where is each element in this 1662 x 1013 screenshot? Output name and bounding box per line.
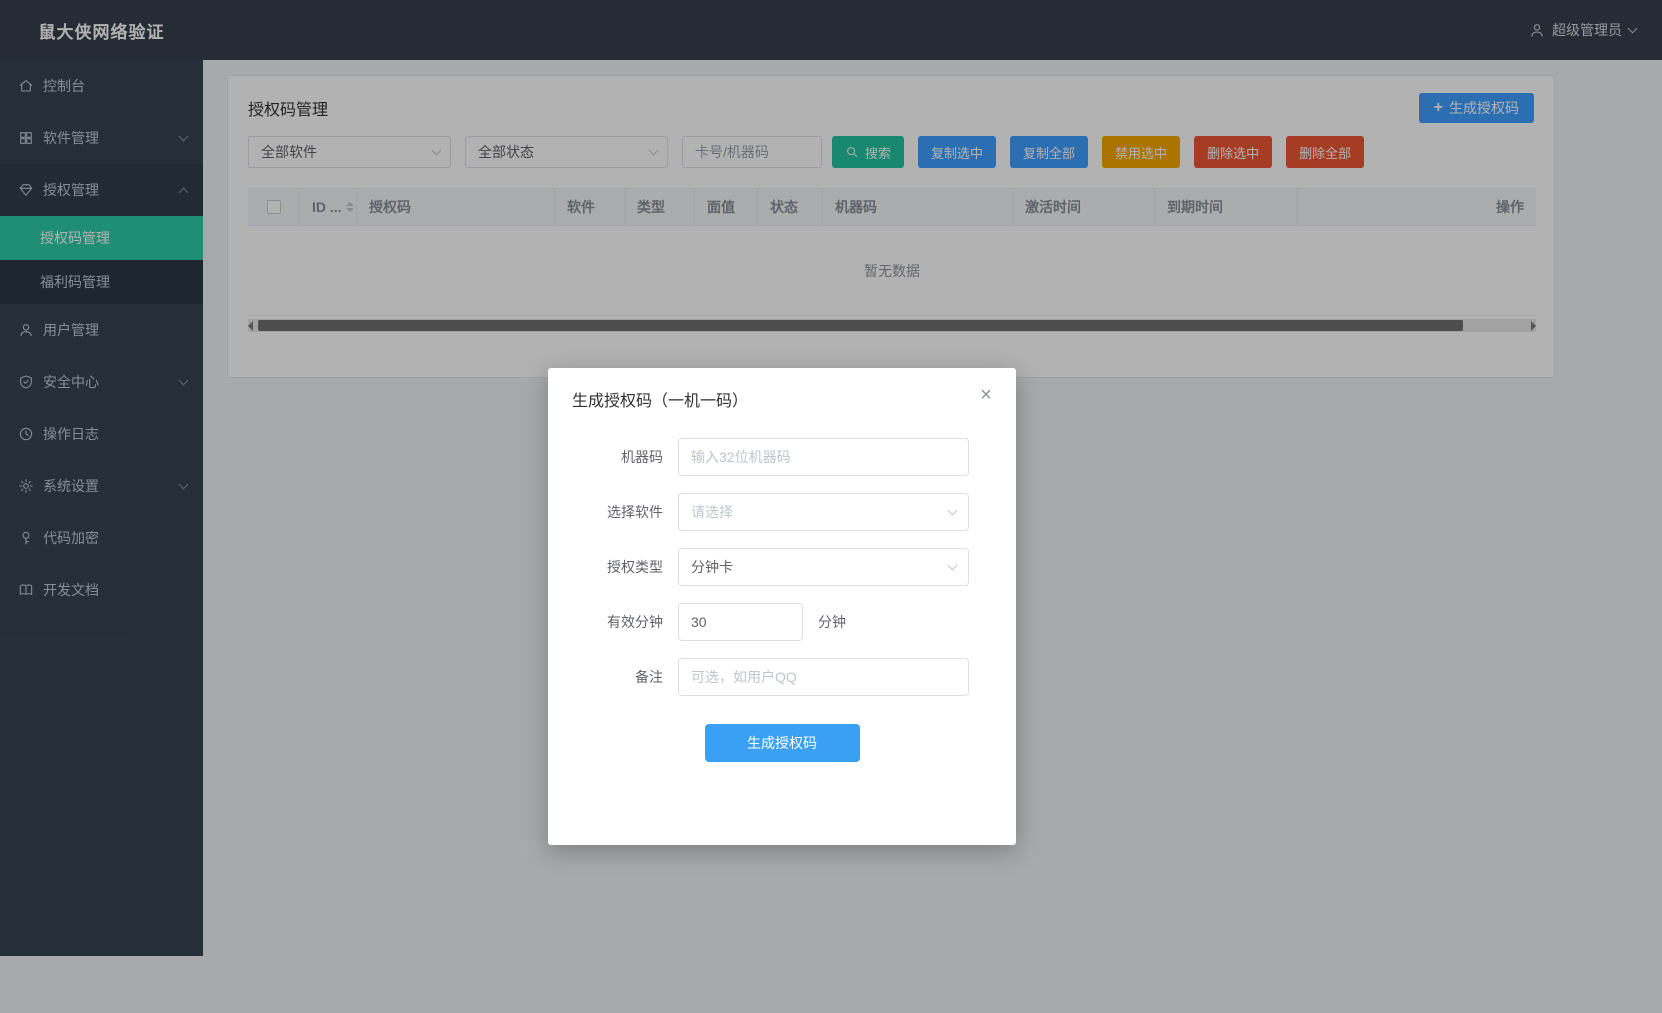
chevron-down-icon bbox=[948, 506, 958, 516]
close-icon[interactable]: × bbox=[974, 383, 998, 407]
generate-authcode-modal: 生成授权码（一机一码） × 机器码 选择软件 请选择 授权类型 分钟卡 有效分钟… bbox=[548, 368, 1016, 845]
remark-label: 备注 bbox=[548, 667, 678, 687]
chevron-down-icon bbox=[948, 561, 958, 571]
valid-minutes-label: 有效分钟 bbox=[548, 612, 678, 632]
valid-minutes-input[interactable] bbox=[678, 603, 803, 641]
modal-generate-button[interactable]: 生成授权码 bbox=[705, 724, 860, 762]
auth-type-label: 授权类型 bbox=[548, 557, 678, 577]
machine-code-label: 机器码 bbox=[548, 447, 678, 467]
remark-input[interactable] bbox=[678, 658, 969, 696]
machine-code-input[interactable] bbox=[678, 438, 969, 476]
auth-type-select[interactable]: 分钟卡 bbox=[678, 548, 969, 586]
software-select-label: 选择软件 bbox=[548, 502, 678, 522]
modal-title: 生成授权码（一机一码） bbox=[572, 393, 748, 410]
minutes-suffix-label: 分钟 bbox=[818, 612, 846, 632]
software-select[interactable]: 请选择 bbox=[678, 493, 969, 531]
